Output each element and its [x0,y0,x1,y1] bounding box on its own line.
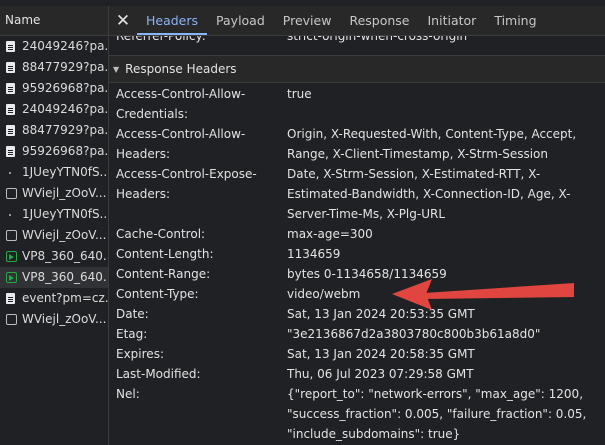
response-headers-section[interactable]: ▼ Response Headers [109,55,605,83]
request-name: WViejl_zOoV... [22,186,107,200]
document-icon [6,146,15,157]
header-value: Thu, 06 Jul 2023 07:29:58 GMT [287,367,474,381]
header-row: Date: Sat, 13 Jan 2024 20:53:35 GMT [109,304,605,324]
document-icon [6,293,15,304]
request-row[interactable]: 1JUeyYTN0fS... [0,204,108,225]
tab-response[interactable]: Response [340,6,418,35]
document-icon [6,62,15,73]
request-name: VP8_360_640... [22,249,108,263]
header-row: Cache-Control: max-age=300 [109,224,605,244]
request-row[interactable]: 24049246?pa... [0,36,108,57]
header-value: bytes 0-1134658/1134659 [287,267,447,281]
name-column-header[interactable]: Name [0,6,108,36]
document-icon [6,125,15,136]
request-name: 24049246?pa... [22,39,108,53]
header-row: Access-Control-Allow-Headers: Origin, X-R… [109,124,605,164]
header-row: Access-Control-Allow-Credentials: true [109,84,605,124]
document-icon [6,41,15,52]
header-value: {"report_to": "network-errors", "max_age… [287,387,587,441]
header-value: true [287,87,312,101]
partial-header-row: Referrer-Policy: strict-origin-when-cros… [109,36,605,46]
tab-timing[interactable]: Timing [485,6,545,35]
tab-payload[interactable]: Payload [207,6,274,35]
request-row[interactable]: WViejl_zOoV... [0,183,108,204]
request-details-panel: ✕ Headers Payload Preview Response Initiator… [109,6,605,445]
request-row[interactable]: VP8_360_640... [0,267,108,288]
header-value: Origin, X-Requested-With, Content-Type, … [287,127,577,161]
request-name: VP8_360_640... [22,270,108,284]
header-row: Expires: Sat, 13 Jan 2024 20:58:35 GMT [109,344,605,364]
header-row: Access-Control-Expose-Headers: Date, X-St… [109,164,605,224]
request-list: 24049246?pa... 88477929?pa... 95926968?pa.… [0,36,108,330]
request-name: 1JUeyYTN0fS... [22,207,108,221]
request-row[interactable]: WViejl_zOoV... [0,309,108,330]
checkbox-icon [6,314,17,325]
request-row[interactable]: 88477929?pa... [0,120,108,141]
request-name: 95926968?pa... [22,144,108,158]
request-row[interactable]: VP8_360_640... [0,246,108,267]
header-name: Etag: [116,327,148,341]
dot-icon [9,214,11,216]
header-name: Last-Modified: [116,367,201,381]
tab-headers[interactable]: Headers [137,6,208,35]
request-list-panel: Name 24049246?pa... 88477929?pa... 9592696… [0,6,109,445]
request-name: WViejl_zOoV... [22,312,107,326]
request-row[interactable]: 24049246?pa... [0,99,108,120]
request-row[interactable]: 95926968?pa... [0,78,108,99]
header-row: Last-Modified: Thu, 06 Jul 2023 07:29:58 … [109,364,605,384]
header-name: Access-Control-Allow-Headers: [116,127,246,161]
header-value: Sat, 13 Jan 2024 20:53:35 GMT [287,307,475,321]
devtools-network-panel: Name 24049246?pa... 88477929?pa... 9592696… [0,0,605,445]
header-name: Date: [116,307,149,321]
request-name: 24049246?pa... [22,102,108,116]
request-name: 88477929?pa... [22,60,108,74]
checkbox-icon [6,230,17,241]
header-name: Access-Control-Expose-Headers: [116,167,257,201]
header-name: Referrer-Policy: [116,36,206,43]
request-name: event?pm=cz... [22,291,108,305]
request-name: WViejl_zOoV... [22,228,107,242]
close-icon[interactable]: ✕ [109,6,137,35]
header-name: Content-Length: [116,247,214,261]
header-name: Nel: [116,387,140,401]
header-value: 1134659 [287,247,341,261]
request-row[interactable]: 1JUeyYTN0fS... [0,162,108,183]
request-name: 1JUeyYTN0fS... [22,165,108,179]
header-value: video/webm [287,287,361,301]
header-row: Content-Length: 1134659 [109,244,605,264]
request-row[interactable]: 88477929?pa... [0,57,108,78]
request-row[interactable]: event?pm=cz... [0,288,108,309]
document-icon [6,104,15,115]
request-row[interactable]: 95926968?pa... [0,141,108,162]
headers-content: Referrer-Policy: strict-origin-when-cros… [109,36,605,445]
header-value: strict-origin-when-cross-origin [287,36,468,43]
header-name: Content-Range: [116,267,211,281]
header-value: Date, X-Strm-Session, X-Estimated-RTT, X… [287,167,571,221]
dot-icon [9,172,11,174]
request-name: 88477929?pa... [22,123,108,137]
details-tab-bar: ✕ Headers Payload Preview Response Initiator… [109,6,605,36]
header-name: Access-Control-Allow-Credentials: [116,87,246,121]
media-icon [6,272,17,283]
expand-triangle-icon[interactable]: ▼ [113,57,119,83]
section-title: Response Headers [125,62,237,76]
checkbox-icon [6,188,17,199]
document-icon [6,83,15,94]
header-value: Sat, 13 Jan 2024 20:58:35 GMT [287,347,475,361]
header-name: Expires: [116,347,164,361]
header-name: Content-Type: [116,287,199,301]
header-value: "3e2136867d2a3803780c800b3b61a8d0" [287,327,541,341]
tab-initiator[interactable]: Initiator [419,6,486,35]
header-row: Content-Type: video/webm [109,284,605,304]
request-row[interactable]: WViejl_zOoV... [0,225,108,246]
tab-preview[interactable]: Preview [274,6,341,35]
request-name: 95926968?pa... [22,81,108,95]
response-headers-list: Access-Control-Allow-Credentials: true Acc… [109,84,605,444]
header-row: Etag: "3e2136867d2a3803780c800b3b61a8d0" [109,324,605,344]
header-row: Content-Range: bytes 0-1134658/1134659 [109,264,605,284]
header-name: Cache-Control: [116,227,206,241]
header-value: max-age=300 [287,227,373,241]
header-row: Nel: {"report_to": "network-errors", "max… [109,384,605,444]
media-icon [6,251,17,262]
